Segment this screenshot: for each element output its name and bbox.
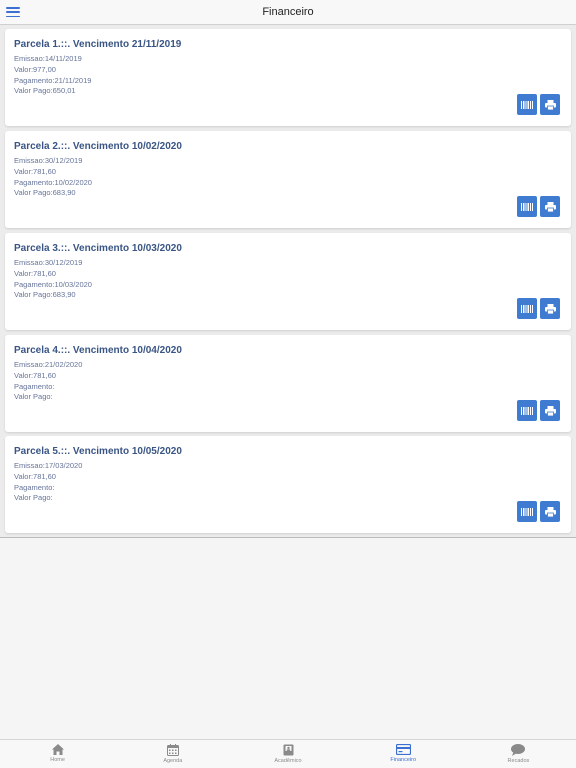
barcode-icon: [521, 507, 533, 516]
parcela-card: Parcela 1.::. Vencimento 21/11/2019 Emis…: [5, 29, 571, 126]
tab-label: Recados: [507, 758, 530, 764]
tab-label: Home: [50, 757, 65, 763]
printer-icon: [544, 506, 556, 517]
tab-home[interactable]: Home: [0, 740, 115, 768]
parcela-title: Parcela 2.::. Vencimento 10/02/2020: [14, 141, 182, 152]
printer-icon: [544, 201, 556, 212]
tab-agenda[interactable]: Agenda: [115, 740, 230, 768]
valor-pago-text: Valor Pago:683,90: [14, 290, 76, 299]
pagamento-text: Pagamento:: [14, 483, 55, 492]
bottom-tab-bar: Home Agenda Acadêmico Financeiro Recados: [0, 739, 576, 768]
barcode-button[interactable]: [517, 501, 537, 522]
print-button[interactable]: [540, 298, 560, 319]
page-title: Financeiro: [262, 6, 314, 18]
barcode-icon: [521, 304, 533, 313]
book-icon: [283, 744, 293, 756]
barcode-button[interactable]: [517, 94, 537, 115]
print-button[interactable]: [540, 196, 560, 217]
app-header: Financeiro: [0, 0, 576, 25]
parcelas-list[interactable]: Parcela 1.::. Vencimento 21/11/2019 Emis…: [0, 25, 576, 538]
parcela-title: Parcela 1.::. Vencimento 21/11/2019: [14, 39, 182, 50]
valor-text: Valor:977,00: [14, 65, 56, 74]
tab-academico[interactable]: Acadêmico: [230, 740, 345, 768]
parcela-card: Parcela 5.::. Vencimento 10/05/2020 Emis…: [5, 436, 571, 533]
parcela-card: Parcela 2.::. Vencimento 10/02/2020 Emis…: [5, 131, 571, 228]
tab-recados[interactable]: Recados: [461, 740, 576, 768]
printer-icon: [544, 405, 556, 416]
barcode-button[interactable]: [517, 196, 537, 217]
valor-pago-text: Valor Pago:: [14, 392, 53, 401]
printer-icon: [544, 303, 556, 314]
barcode-icon: [521, 202, 533, 211]
emissao-text: Emissao:21/02/2020: [14, 360, 83, 369]
print-button[interactable]: [540, 94, 560, 115]
emissao-text: Emissao:30/12/2019: [14, 258, 83, 267]
tab-label: Financeiro: [390, 757, 417, 763]
tab-label: Acadêmico: [274, 758, 302, 764]
barcode-icon: [521, 100, 533, 109]
emissao-text: Emissao:17/03/2020: [14, 461, 83, 470]
valor-text: Valor:781,60: [14, 269, 56, 278]
home-icon: [51, 744, 64, 755]
printer-icon: [544, 99, 556, 110]
pagamento-text: Pagamento:10/03/2020: [14, 280, 92, 289]
valor-pago-text: Valor Pago:: [14, 493, 53, 502]
valor-text: Valor:781,60: [14, 472, 56, 481]
calendar-icon: [166, 744, 179, 756]
parcela-title: Parcela 5.::. Vencimento 10/05/2020: [14, 446, 182, 457]
pagamento-text: Pagamento:10/02/2020: [14, 178, 92, 187]
parcela-title: Parcela 4.::. Vencimento 10/04/2020: [14, 345, 182, 356]
barcode-button[interactable]: [517, 298, 537, 319]
emissao-text: Emissao:30/12/2019: [14, 156, 83, 165]
pagamento-text: Pagamento:21/11/2019: [14, 76, 92, 85]
parcela-title: Parcela 3.::. Vencimento 10/03/2020: [14, 243, 182, 254]
valor-pago-text: Valor Pago:650,01: [14, 86, 76, 95]
barcode-icon: [521, 406, 533, 415]
barcode-button[interactable]: [517, 400, 537, 421]
valor-text: Valor:781,60: [14, 371, 56, 380]
chat-bubble-icon: [511, 744, 526, 756]
hamburger-icon[interactable]: [6, 5, 20, 19]
tab-label: Agenda: [163, 758, 183, 764]
print-button[interactable]: [540, 400, 560, 421]
parcela-card: Parcela 4.::. Vencimento 10/04/2020 Emis…: [5, 335, 571, 432]
print-button[interactable]: [540, 501, 560, 522]
parcela-card: Parcela 3.::. Vencimento 10/03/2020 Emis…: [5, 233, 571, 330]
valor-pago-text: Valor Pago:683,90: [14, 188, 76, 197]
emissao-text: Emissao:14/11/2019: [14, 54, 82, 63]
tab-financeiro[interactable]: Financeiro: [346, 740, 461, 768]
pagamento-text: Pagamento:: [14, 382, 55, 391]
card-icon: [395, 744, 411, 755]
valor-text: Valor:781,60: [14, 167, 56, 176]
